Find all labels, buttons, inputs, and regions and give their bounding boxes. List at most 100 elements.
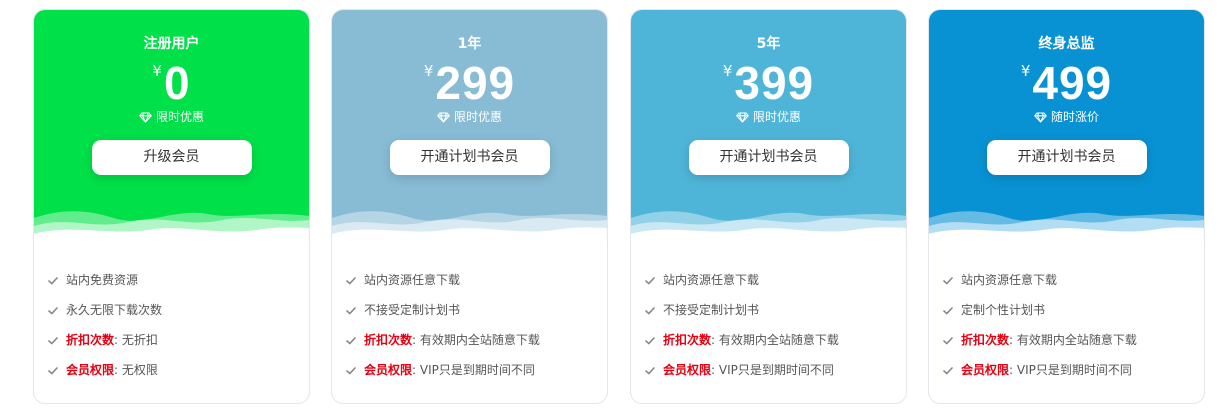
feature-text: 有效期内全站随意下载 xyxy=(1016,333,1137,347)
feature-separator: : xyxy=(114,363,119,377)
diamond-icon xyxy=(139,110,156,124)
feature-label: 会员权限 xyxy=(66,363,115,377)
feature-text: VIP只是到期时间不同 xyxy=(1016,363,1132,377)
feature-text: 定制个性计划书 xyxy=(961,303,1046,317)
feature-text: 无折扣 xyxy=(121,333,158,347)
diamond-icon xyxy=(1034,110,1051,124)
feature-item: 定制个性计划书 xyxy=(943,298,1137,328)
currency-symbol: ¥ xyxy=(722,62,733,80)
feature-text: 无权限 xyxy=(121,363,158,377)
plan-price: ¥0 xyxy=(34,60,309,106)
tagline-text: 随时涨价 xyxy=(1050,110,1099,124)
feature-text: 不接受定制计划书 xyxy=(364,303,461,317)
plan-tagline: 随时涨价 xyxy=(929,108,1204,125)
diamond-icon xyxy=(437,110,454,124)
feature-list: 站内资源任意下载 定制个性计划书 折扣次数: 有效期内全站随意下载 会员权限: VIP… xyxy=(943,268,1137,388)
wave-divider xyxy=(929,206,1204,246)
feature-item: 会员权限: VIP只是到期时间不同 xyxy=(346,358,540,388)
plan-tagline: 限时优惠 xyxy=(631,108,906,125)
currency-symbol: ¥ xyxy=(1020,62,1031,80)
feature-text: 站内资源任意下载 xyxy=(364,273,461,287)
plan-tagline: 限时优惠 xyxy=(332,108,607,125)
check-icon xyxy=(645,303,663,317)
price-value: 299 xyxy=(435,57,516,109)
check-icon xyxy=(346,273,364,287)
feature-separator: : xyxy=(114,333,119,347)
feature-item: 折扣次数: 有效期内全站随意下载 xyxy=(346,328,540,358)
feature-text: 站内资源任意下载 xyxy=(961,273,1058,287)
feature-text: 站内资源任意下载 xyxy=(663,273,760,287)
check-icon xyxy=(346,333,364,347)
check-icon xyxy=(645,273,663,287)
feature-text: 有效期内全站随意下载 xyxy=(419,333,540,347)
feature-list: 站内资源任意下载 不接受定制计划书 折扣次数: 有效期内全站随意下载 会员权限: VI… xyxy=(645,268,839,388)
subscribe-button[interactable]: 升级会员 xyxy=(91,140,252,175)
feature-item: 折扣次数: 无折扣 xyxy=(48,328,162,358)
check-icon xyxy=(645,363,663,377)
plan-name: 1年 xyxy=(457,36,482,52)
feature-label: 会员权限 xyxy=(961,363,1010,377)
plan-price: ¥499 xyxy=(929,60,1204,106)
feature-separator: : xyxy=(412,333,417,347)
check-icon xyxy=(943,333,961,347)
price-value: 499 xyxy=(1032,57,1113,109)
feature-label: 折扣次数 xyxy=(961,333,1010,347)
feature-item: 不接受定制计划书 xyxy=(346,298,540,328)
check-icon xyxy=(943,303,961,317)
feature-label: 折扣次数 xyxy=(663,333,712,347)
feature-label: 会员权限 xyxy=(663,363,712,377)
diamond-icon xyxy=(736,110,753,124)
check-icon xyxy=(48,363,66,377)
feature-text: 永久无限下载次数 xyxy=(66,303,163,317)
feature-label: 折扣次数 xyxy=(364,333,413,347)
feature-item: 站内资源任意下载 xyxy=(645,268,839,298)
plan-card-lifetime: 终身总监 ¥499 随时涨价 开通计划书会员 站内资源任意下载 定制个性计划书 折扣次数: … xyxy=(928,9,1205,404)
check-icon xyxy=(943,363,961,377)
currency-symbol: ¥ xyxy=(152,62,162,80)
tagline-text: 限时优惠 xyxy=(752,110,801,124)
tagline-text: 限时优惠 xyxy=(155,110,204,124)
feature-item: 站内资源任意下载 xyxy=(346,268,540,298)
feature-separator: : xyxy=(412,363,417,377)
subscribe-button[interactable]: 开通计划书会员 xyxy=(688,140,849,175)
check-icon xyxy=(943,273,961,287)
feature-label: 会员权限 xyxy=(364,363,413,377)
check-icon xyxy=(48,333,66,347)
plan-price: ¥299 xyxy=(332,60,607,106)
feature-label: 折扣次数 xyxy=(66,333,115,347)
feature-item: 会员权限: VIP只是到期时间不同 xyxy=(645,358,839,388)
feature-item: 折扣次数: 有效期内全站随意下载 xyxy=(645,328,839,358)
wave-divider xyxy=(332,206,607,246)
plan-card-registered: 注册用户 ¥0 限时优惠 升级会员 站内免费资源 永久无限下载次数 折扣次数: 无折扣 会员权… xyxy=(33,9,310,404)
plan-name: 终身总监 xyxy=(1038,36,1095,52)
feature-item: 站内资源任意下载 xyxy=(943,268,1137,298)
feature-text: 有效期内全站随意下载 xyxy=(718,333,839,347)
currency-symbol: ¥ xyxy=(423,62,434,80)
feature-item: 不接受定制计划书 xyxy=(645,298,839,328)
check-icon xyxy=(346,303,364,317)
subscribe-button[interactable]: 开通计划书会员 xyxy=(389,140,550,175)
feature-item: 折扣次数: 有效期内全站随意下载 xyxy=(943,328,1137,358)
feature-text: 不接受定制计划书 xyxy=(663,303,760,317)
feature-separator: : xyxy=(711,363,716,377)
wave-divider xyxy=(631,206,906,246)
subscribe-button[interactable]: 开通计划书会员 xyxy=(986,140,1147,175)
check-icon xyxy=(48,303,66,317)
feature-text: 站内免费资源 xyxy=(66,273,139,287)
feature-item: 站内免费资源 xyxy=(48,268,162,298)
check-icon xyxy=(346,363,364,377)
feature-text: VIP只是到期时间不同 xyxy=(419,363,535,377)
feature-item: 会员权限: 无权限 xyxy=(48,358,162,388)
plan-price: ¥399 xyxy=(631,60,906,106)
price-value: 399 xyxy=(734,57,815,109)
feature-separator: : xyxy=(1009,333,1014,347)
feature-item: 会员权限: VIP只是到期时间不同 xyxy=(943,358,1137,388)
plan-name: 注册用户 xyxy=(143,36,200,52)
plan-card-5-year: 5年 ¥399 限时优惠 开通计划书会员 站内资源任意下载 不接受定制计划书 折扣次数: 有… xyxy=(630,9,907,404)
check-icon xyxy=(48,273,66,287)
plan-name: 5年 xyxy=(756,36,781,52)
plan-card-1-year: 1年 ¥299 限时优惠 开通计划书会员 站内资源任意下载 不接受定制计划书 折扣次数: 有… xyxy=(331,9,608,404)
feature-item: 永久无限下载次数 xyxy=(48,298,162,328)
feature-separator: : xyxy=(711,333,716,347)
feature-separator: : xyxy=(1009,363,1014,377)
